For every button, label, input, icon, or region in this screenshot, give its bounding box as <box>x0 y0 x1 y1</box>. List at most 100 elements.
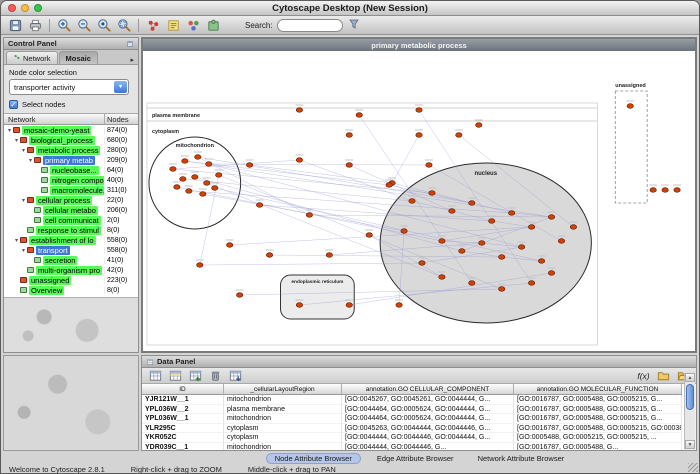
table-cell[interactable]: plasma membrane <box>224 405 342 415</box>
expander-icon[interactable]: ▾ <box>20 247 27 254</box>
tree-row[interactable]: multi-organism pro42(0) <box>4 265 138 275</box>
network-node[interactable] <box>469 201 475 206</box>
tree-row[interactable]: nitrogen compo40(0) <box>4 175 138 185</box>
network-node[interactable] <box>416 108 422 113</box>
table-row[interactable]: YLR295Ccytoplasm[GO:0045263, GO:0044444,… <box>142 424 684 434</box>
table-cell[interactable]: [GO:0044464, GO:0005624, GO:0044444, G..… <box>342 414 514 424</box>
network-node[interactable] <box>296 303 302 308</box>
tree-row[interactable]: unassigned223(0) <box>4 275 138 285</box>
zoom-out-icon[interactable] <box>75 17 93 34</box>
table-cell[interactable]: [GO:0045267, GO:0045261, GO:0044444, G..… <box>342 395 514 405</box>
network-node[interactable] <box>570 225 576 230</box>
network-canvas[interactable]: plasma membranecytoplasmmitochondrionnuc… <box>143 51 695 351</box>
tab-node-attribute-browser[interactable]: Node Attribute Browser <box>266 453 361 464</box>
tree-row[interactable]: secretion41(0) <box>4 255 138 265</box>
network-node[interactable] <box>476 123 482 128</box>
network-node[interactable] <box>216 173 222 178</box>
table-row[interactable]: YDR039C__1mitochondrion[GO:0044444, GO:0… <box>142 443 684 451</box>
network-edge[interactable] <box>392 135 419 183</box>
network-node[interactable] <box>236 293 242 298</box>
table-cell[interactable]: mitochondrion <box>224 395 342 405</box>
network-node[interactable] <box>456 133 462 138</box>
network-node[interactable] <box>186 189 192 194</box>
network-node[interactable] <box>469 281 475 286</box>
network-node[interactable] <box>246 163 252 168</box>
network-node[interactable] <box>401 229 407 234</box>
attr-import-icon[interactable] <box>226 367 244 384</box>
table-cell[interactable]: mitochondrion <box>224 414 342 424</box>
table-cell[interactable]: YPL036W__1 <box>142 414 224 424</box>
network-node[interactable] <box>180 177 186 182</box>
network-node[interactable] <box>226 243 232 248</box>
scroll-up-icon[interactable]: ▲ <box>685 373 695 382</box>
network-node[interactable] <box>256 203 262 208</box>
network-node[interactable] <box>528 225 534 230</box>
table-cell[interactable]: [GO:0016787, GO:0005488, G... <box>514 443 682 451</box>
formula-icon[interactable]: f(x) <box>634 367 652 384</box>
birds-eye-view[interactable] <box>3 355 139 451</box>
attr-select-icon[interactable] <box>146 367 164 384</box>
network-node[interactable] <box>518 245 524 250</box>
table-cell[interactable]: YDR039C__1 <box>142 443 224 451</box>
zoom-fit-icon[interactable] <box>115 17 133 34</box>
tree-row[interactable]: ▾cellular process22(0) <box>4 195 138 205</box>
vizmapper-icon[interactable] <box>184 17 202 34</box>
table-cell[interactable]: cytoplasm <box>224 433 342 443</box>
search-filter-icon[interactable] <box>345 17 363 33</box>
tree-row[interactable]: ▾establishment of lo558(0) <box>4 235 138 245</box>
table-row[interactable]: YKR052Ccytoplasm[GO:0044444, GO:0044446,… <box>142 433 684 443</box>
tree-row[interactable]: cellular metabo206(0) <box>4 205 138 215</box>
network-node[interactable] <box>528 281 534 286</box>
tree-row[interactable]: ▾primary metab209(0) <box>4 155 138 165</box>
expander-icon[interactable]: ▾ <box>13 237 20 244</box>
network-node[interactable] <box>326 253 332 258</box>
resize-grip[interactable] <box>688 463 698 472</box>
network-node[interactable] <box>409 199 415 204</box>
annotation-icon[interactable] <box>164 17 182 34</box>
tree-row[interactable]: ▾metabolic process280(0) <box>4 145 138 155</box>
column-header[interactable]: annotation.GO MOLECULAR_FUNCTION <box>514 384 682 395</box>
network-node[interactable] <box>627 104 633 109</box>
network-node[interactable] <box>508 211 514 216</box>
select-nodes-checkbox[interactable]: ✓ <box>9 100 18 109</box>
tab-mosaic[interactable]: Mosaic <box>59 51 98 64</box>
expander-icon[interactable]: ▾ <box>13 137 20 144</box>
network-node[interactable] <box>439 275 445 280</box>
network-graph[interactable]: plasma membranecytoplasmmitochondrionnuc… <box>143 51 695 351</box>
network-node[interactable] <box>479 241 485 246</box>
tree-row[interactable]: nucleobase...64(0) <box>4 165 138 175</box>
network-node[interactable] <box>296 108 302 113</box>
tree-row[interactable]: response to stimul8(0) <box>4 225 138 235</box>
network-node[interactable] <box>499 287 505 292</box>
table-cell[interactable]: YLR295C <box>142 424 224 434</box>
table-cell[interactable]: [GO:0016787, GO:0005488, GO:0005215, G..… <box>514 405 682 415</box>
network-node[interactable] <box>306 213 312 218</box>
network-node[interactable] <box>346 303 352 308</box>
tab-edge-attribute-browser[interactable]: Edge Attribute Browser <box>369 453 462 464</box>
table-cell[interactable]: mitochondrion <box>224 443 342 451</box>
folder-icon[interactable] <box>654 367 672 384</box>
network-node[interactable] <box>206 162 212 167</box>
network-node[interactable] <box>426 163 432 168</box>
network-column-header[interactable]: Network <box>4 114 104 124</box>
expander-icon[interactable]: ▾ <box>20 147 27 154</box>
expander-icon[interactable]: ▾ <box>6 127 13 134</box>
network-node[interactable] <box>386 183 392 188</box>
overview-icon[interactable] <box>144 17 162 34</box>
network-node[interactable] <box>419 261 425 266</box>
table-cell[interactable]: [GO:0044444, GO:0044446, G... <box>342 443 514 451</box>
network-view-title[interactable]: primary metabolic process <box>143 39 695 51</box>
network-node[interactable] <box>650 188 656 193</box>
table-row[interactable]: YPL036W__1mitochondrion[GO:0044464, GO:0… <box>142 414 684 424</box>
scrollbar-thumb[interactable] <box>686 384 694 410</box>
tab-network[interactable]: Network <box>6 51 58 64</box>
network-node[interactable] <box>174 185 180 190</box>
table-cell[interactable]: [GO:0005488, GO:0005215, GO:0005215, ... <box>514 433 682 443</box>
table-cell[interactable]: [GO:0016787, GO:0005488, GO:0005215, GO:… <box>514 424 682 434</box>
tree-row[interactable]: Overview8(0) <box>4 285 138 295</box>
network-node[interactable] <box>558 239 564 244</box>
color-attribute-select[interactable]: transporter activity ▼ <box>9 79 129 95</box>
tree-row[interactable]: cell communicat2(0) <box>4 215 138 225</box>
network-node[interactable] <box>459 249 465 254</box>
search-input[interactable] <box>277 19 343 32</box>
